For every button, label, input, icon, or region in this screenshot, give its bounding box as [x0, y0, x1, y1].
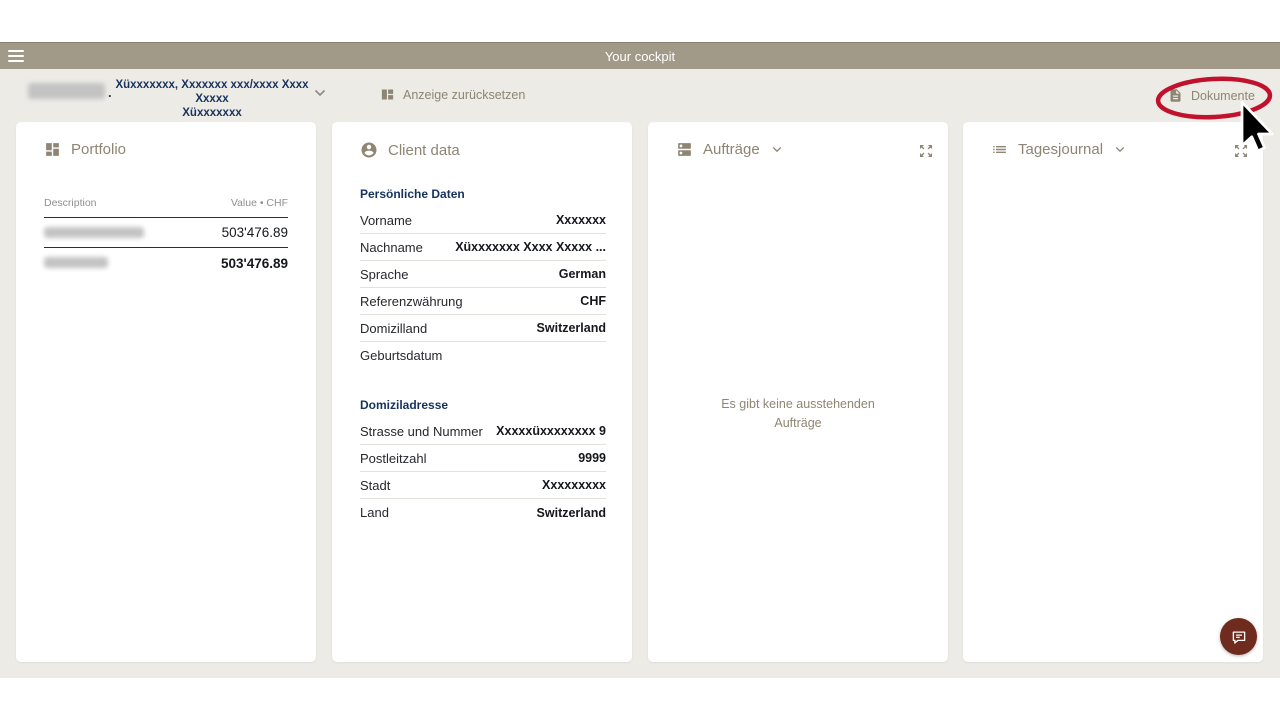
- client-data-row: Nachname Xüxxxxxxx Xxxx Xxxxx ...: [360, 234, 606, 261]
- tagesjournal-panel-title: Tagesjournal: [1018, 141, 1103, 158]
- redacted-total-label: [44, 257, 108, 268]
- portfolio-table: Description Value • CHF 503'476.89 503'4…: [44, 197, 288, 278]
- app-bar-title: Your cockpit: [0, 43, 1280, 70]
- app-bar: Your cockpit: [0, 42, 1280, 69]
- auftraege-panel-title: Aufträge: [703, 141, 760, 158]
- table-row-total: 503'476.89: [44, 248, 288, 278]
- client-data-panel-header: Client data: [360, 141, 460, 159]
- section-heading-address: Domiziladresse: [360, 388, 606, 418]
- portfolio-col-value: Value • CHF: [231, 197, 288, 209]
- redacted-position-name: [44, 227, 144, 238]
- chevron-down-icon: [1115, 146, 1125, 153]
- client-data-panel: Client data Persönliche Daten Vorname Xx…: [332, 122, 632, 662]
- portfolio-icon: [44, 141, 61, 158]
- portfolio-table-header: Description Value • CHF: [44, 197, 288, 218]
- client-data-row: Domizilland Switzerland: [360, 315, 606, 342]
- client-data-row: Geburtsdatum: [360, 342, 606, 369]
- portfolio-panel: Portfolio Description Value • CHF 503'47…: [16, 122, 316, 662]
- client-data-row: Stadt Xxxxxxxxx: [360, 472, 606, 499]
- client-data-row: Referenzwährung CHF: [360, 288, 606, 315]
- expand-icon[interactable]: [918, 143, 934, 159]
- client-data-row: Land Switzerland: [360, 499, 606, 526]
- section-heading-personal: Persönliche Daten: [360, 177, 606, 207]
- page: Your cockpit . Xüxxxxxxx, Xxxxxxx xxx/xx…: [0, 0, 1280, 720]
- client-name-line2: Xüxxxxxxx: [112, 106, 312, 120]
- documents-label: Dokumente: [1191, 89, 1255, 103]
- expand-icon[interactable]: [1233, 143, 1249, 159]
- client-name-line1: Xüxxxxxxx, Xxxxxxx xxx/xxxx Xxxx Xxxxx: [112, 78, 312, 106]
- tagesjournal-panel-header[interactable]: Tagesjournal: [991, 141, 1125, 158]
- auftraege-icon: [676, 141, 693, 158]
- reset-view-icon: [380, 87, 395, 102]
- client-data-row: Postleitzahl 9999: [360, 445, 606, 472]
- portfolio-col-description: Description: [44, 197, 97, 209]
- reset-view-button[interactable]: Anzeige zurücksetzen: [380, 87, 525, 102]
- chevron-down-icon: [772, 146, 782, 153]
- client-data-row: Sprache German: [360, 261, 606, 288]
- documents-button[interactable]: Dokumente: [1168, 87, 1255, 104]
- tagesjournal-panel: Tagesjournal: [963, 122, 1263, 662]
- auftraege-panel: Aufträge Es gibt keine ausstehenden Auft…: [648, 122, 948, 662]
- client-data-body: Persönliche Daten Vorname Xxxxxxx Nachna…: [360, 177, 606, 526]
- dokumente-icon: [1168, 87, 1183, 104]
- portfolio-panel-header: Portfolio: [44, 141, 126, 158]
- position-value: 503'476.89: [222, 225, 288, 240]
- table-row[interactable]: 503'476.89: [44, 218, 288, 248]
- chat-fab-button[interactable]: [1220, 618, 1257, 655]
- auftraege-empty-message: Es gibt keine ausstehenden Aufträge: [698, 395, 898, 433]
- auftraege-panel-header[interactable]: Aufträge: [676, 141, 782, 158]
- total-value: 503'476.89: [221, 256, 288, 271]
- client-data-row: Vorname Xxxxxxx: [360, 207, 606, 234]
- tagesjournal-icon: [991, 141, 1008, 158]
- client-selector[interactable]: Xüxxxxxxx, Xxxxxxx xxx/xxxx Xxxx Xxxxx X…: [112, 78, 312, 120]
- chat-icon: [1230, 628, 1248, 646]
- chevron-down-icon[interactable]: [314, 89, 326, 97]
- client-data-row: Strasse und Nummer Xxxxxüxxxxxxxx 9: [360, 418, 606, 445]
- redacted-client-id: [28, 83, 105, 99]
- portfolio-panel-title: Portfolio: [71, 141, 126, 158]
- client-data-icon: [360, 141, 378, 159]
- reset-view-label: Anzeige zurücksetzen: [403, 88, 525, 102]
- client-data-panel-title: Client data: [388, 142, 460, 159]
